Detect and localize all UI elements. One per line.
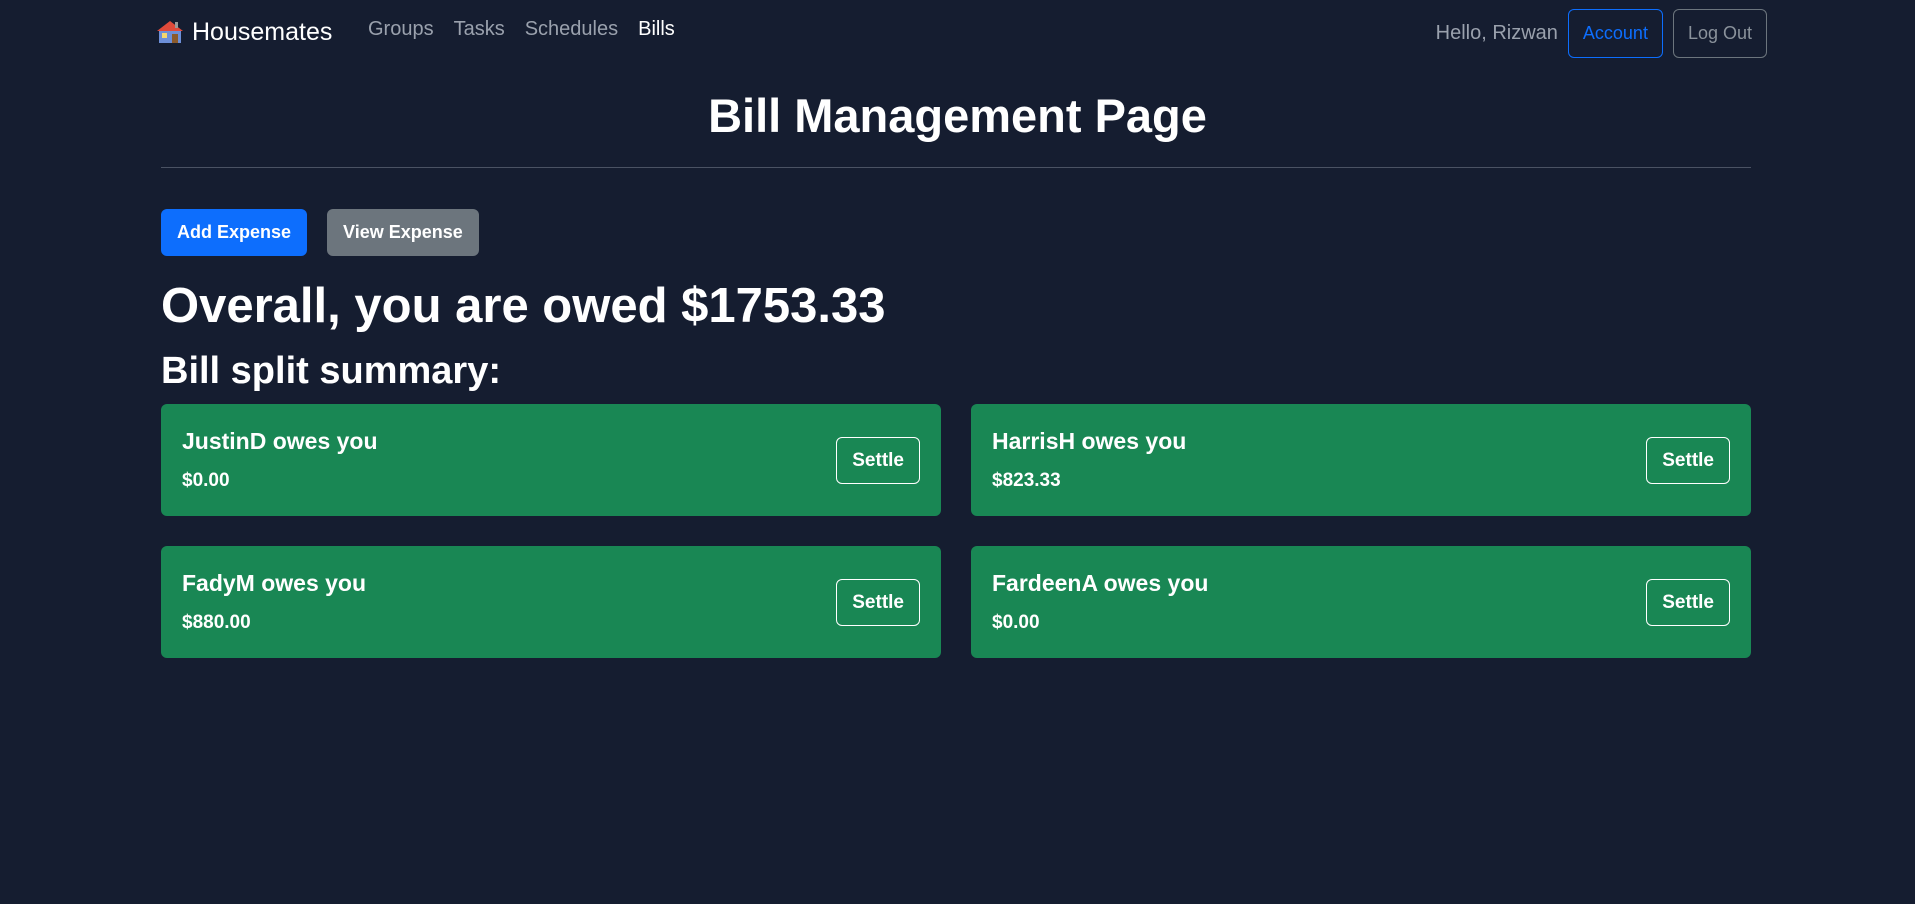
nav-link-groups[interactable]: Groups — [368, 18, 434, 41]
user-greeting: Hello, Rizwan — [1435, 22, 1558, 44]
top-navbar: Housemates Groups Tasks Schedules Bills … — [0, 0, 1915, 64]
logout-button[interactable]: Log Out — [1672, 9, 1767, 58]
balance-card-amount: $880.00 — [182, 612, 251, 633]
title-divider — [161, 167, 1751, 168]
owed-total-heading: Overall, you are owed $1753.33 — [161, 279, 886, 333]
nav-user-area: Hello, Rizwan Account Log Out — [1436, 9, 1767, 58]
settle-button[interactable]: Settle — [836, 437, 920, 484]
account-button[interactable]: Account — [1567, 9, 1663, 58]
balance-card: FadyM owes you $880.00 Settle — [161, 546, 941, 658]
view-expense-button[interactable]: View Expense — [327, 209, 479, 256]
nav-links: Groups Tasks Schedules Bills — [368, 18, 675, 41]
balance-cards: JustinD owes you $0.00 Settle HarrisH ow… — [161, 404, 1751, 658]
balance-card-label: JustinD owes you — [182, 428, 378, 454]
add-expense-button[interactable]: Add Expense — [161, 209, 308, 256]
page-title: Bill Management Page — [708, 89, 1207, 142]
nav-link-schedules[interactable]: Schedules — [525, 18, 618, 41]
balance-card: FardeenA owes you $0.00 Settle — [971, 546, 1751, 658]
nav-link-bills[interactable]: Bills — [638, 18, 675, 41]
nav-link-tasks[interactable]: Tasks — [454, 18, 505, 41]
house-icon — [156, 18, 184, 46]
balance-card: JustinD owes you $0.00 Settle — [161, 404, 941, 516]
bill-split-heading: Bill split summary: — [161, 350, 501, 392]
balance-card-amount: $823.33 — [992, 470, 1061, 491]
brand-link[interactable]: Housemates — [156, 14, 332, 50]
balance-card-amount: $0.00 — [992, 612, 1040, 633]
expense-actions: Add Expense View Expense — [161, 209, 479, 256]
settle-button[interactable]: Settle — [836, 579, 920, 626]
balance-card-label: HarrisH owes you — [992, 428, 1187, 454]
balance-card-label: FadyM owes you — [182, 570, 367, 596]
balance-card-amount: $0.00 — [182, 470, 230, 491]
balance-card: HarrisH owes you $823.33 Settle — [971, 404, 1751, 516]
settle-button[interactable]: Settle — [1646, 579, 1730, 626]
balance-card-label: FardeenA owes you — [992, 570, 1209, 596]
brand-label: Housemates — [192, 17, 333, 46]
settle-button[interactable]: Settle — [1646, 437, 1730, 484]
